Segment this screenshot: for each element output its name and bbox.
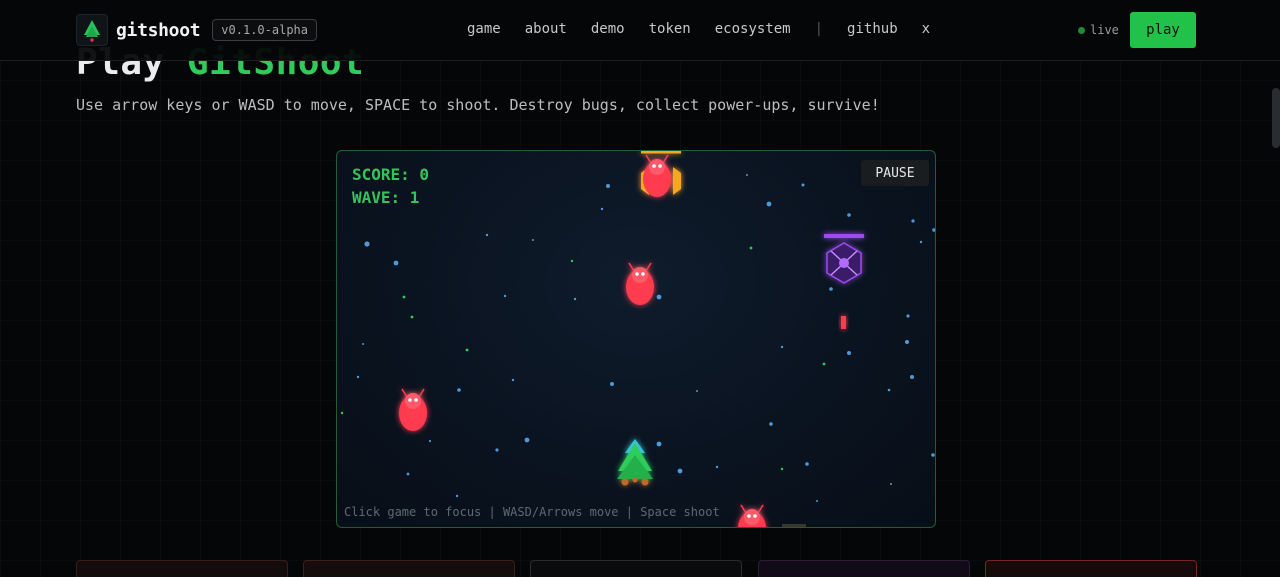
nav-link-about[interactable]: about: [525, 21, 567, 37]
wave-display: WAVE: 1: [352, 188, 420, 207]
starfield: [356, 174, 935, 502]
nav-link-game[interactable]: game: [467, 21, 501, 37]
nav-link-ecosystem[interactable]: ecosystem: [715, 21, 791, 37]
nav-link-x[interactable]: x: [922, 21, 930, 37]
feature-card: [758, 560, 970, 577]
power-up-icon: [824, 234, 864, 284]
nav-link-github[interactable]: github: [847, 21, 898, 37]
live-label: live: [1090, 23, 1119, 37]
nav-links: game about demo token ecosystem | github…: [467, 21, 930, 37]
game-canvas[interactable]: SCORE: 0 WAVE: 1 PAUSE Click game to foc…: [336, 150, 936, 528]
live-status: live: [1078, 23, 1119, 37]
feature-card: [985, 560, 1197, 577]
shielded-bug-icon: [641, 151, 681, 198]
play-button[interactable]: play: [1130, 12, 1196, 48]
top-navbar: gitshoot v0.1.0-alpha game about demo to…: [0, 0, 1280, 61]
bug-enemy-icon: [737, 504, 767, 527]
obstacle-block: [782, 524, 806, 527]
bug-enemy-icon: [625, 262, 655, 306]
game-scene: [340, 151, 935, 527]
feature-card: [303, 560, 515, 577]
pause-button[interactable]: PAUSE: [861, 160, 929, 186]
score-display: SCORE: 0: [352, 165, 430, 184]
bug-enemy-icon: [398, 388, 428, 432]
nav-separator: |: [814, 21, 824, 37]
brand-name: gitshoot: [116, 19, 201, 41]
feature-card: [530, 560, 742, 577]
version-badge: v0.1.0-alpha: [212, 19, 317, 41]
controls-hint: Click game to focus | WASD/Arrows move |…: [344, 505, 720, 519]
scrollbar-thumb[interactable]: [1272, 88, 1280, 148]
feature-card: [76, 560, 288, 577]
nav-link-demo[interactable]: demo: [591, 21, 625, 37]
nav-link-token[interactable]: token: [649, 21, 691, 37]
player-ship-icon: [617, 439, 653, 486]
tree-logo-icon: [76, 14, 108, 46]
enemy-bullet: [841, 316, 846, 329]
green-particles: [340, 246, 826, 471]
page-subtitle: Use arrow keys or WASD to move, SPACE to…: [76, 96, 880, 114]
brand[interactable]: gitshoot v0.1.0-alpha: [76, 14, 317, 46]
live-dot-icon: [1078, 26, 1085, 34]
